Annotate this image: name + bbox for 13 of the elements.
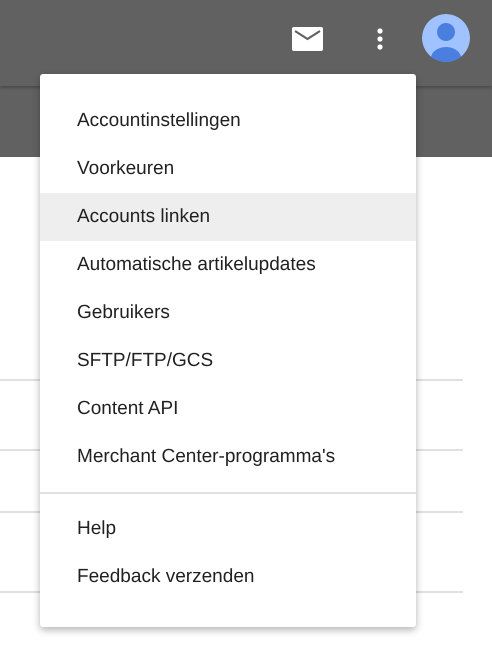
menu-item[interactable]: Accountinstellingen: [40, 97, 416, 145]
more-menu-icon[interactable]: [376, 28, 384, 50]
menu-item[interactable]: Gebruikers: [40, 289, 416, 337]
menu-item[interactable]: Feedback verzenden: [40, 553, 416, 601]
menu-item[interactable]: Automatische artikelupdates: [40, 241, 416, 289]
menu-item[interactable]: Merchant Center-programma's: [40, 433, 416, 481]
mail-icon[interactable]: [292, 26, 323, 50]
menu-item[interactable]: Help: [40, 505, 416, 553]
menu-item[interactable]: Content API: [40, 385, 416, 433]
avatar-icon[interactable]: [422, 14, 470, 62]
menu-item[interactable]: Voorkeuren: [40, 145, 416, 193]
menu-item[interactable]: SFTP/FTP/GCS: [40, 337, 416, 385]
menu-item[interactable]: Accounts linken: [40, 193, 416, 241]
